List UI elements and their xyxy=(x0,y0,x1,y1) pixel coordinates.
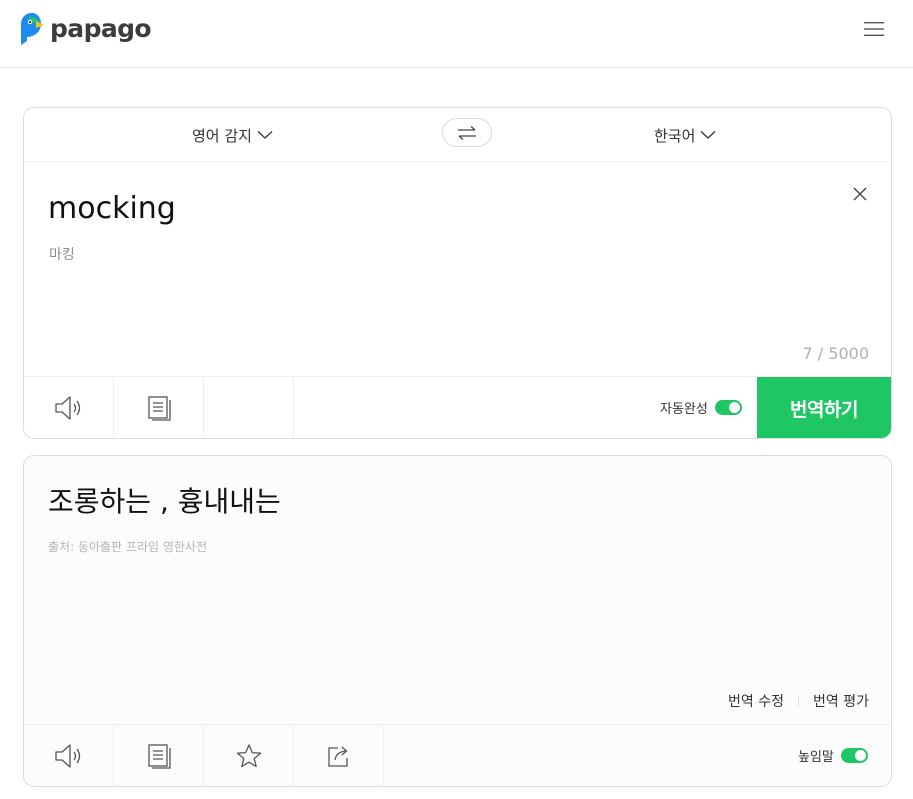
copy-icon xyxy=(147,395,171,421)
source-text-input[interactable]: mocking xyxy=(48,190,176,228)
papago-logo[interactable]: papago xyxy=(19,12,152,46)
source-panel: 영어 감지 한국어 mocking 마킹 7 / 5000 자동완성 번역하기 xyxy=(23,107,892,439)
swap-languages-button[interactable] xyxy=(442,118,492,147)
language-bar: 영어 감지 한국어 xyxy=(24,108,891,162)
speaker-icon xyxy=(54,395,80,420)
swap-arrows-icon xyxy=(458,125,476,140)
speaker-icon xyxy=(54,743,80,768)
translation-result-text: 조롱하는 , 흉내내는 xyxy=(48,485,281,518)
translate-button[interactable]: 번역하기 xyxy=(757,377,891,438)
listen-translation-button[interactable] xyxy=(24,725,114,786)
chevron-down-icon xyxy=(257,131,273,139)
target-panel: 조롱하는 , 흉내내는 출처: 동아출판 프라임 영한사전 번역 수정 번역 평… xyxy=(23,455,892,787)
source-toolbar: 자동완성 번역하기 xyxy=(24,376,891,438)
pronunciation-text: 마킹 xyxy=(49,247,75,263)
copy-translation-button[interactable] xyxy=(114,725,204,786)
papago-parrot-logo-icon xyxy=(21,13,44,45)
copy-source-button[interactable] xyxy=(114,377,204,438)
close-icon[interactable] xyxy=(851,185,869,203)
divider xyxy=(798,695,800,707)
hamburger-menu-icon[interactable] xyxy=(862,20,886,38)
copy-icon xyxy=(147,743,171,769)
honorific-toggle[interactable]: 높임말 xyxy=(798,725,868,786)
autocomplete-switch[interactable] xyxy=(714,400,742,415)
character-count: 7 / 5000 xyxy=(802,344,869,363)
translation-feedback-links: 번역 수정 번역 평가 xyxy=(728,691,869,711)
target-toolbar: 높임말 xyxy=(24,724,891,786)
share-icon xyxy=(327,746,348,767)
autocomplete-toggle[interactable]: 자동완성 xyxy=(660,377,742,438)
rate-translation-link[interactable]: 번역 평가 xyxy=(813,691,869,711)
share-button[interactable] xyxy=(294,725,384,786)
edit-translation-link[interactable]: 번역 수정 xyxy=(728,691,784,711)
empty-tool-slot xyxy=(204,377,294,438)
honorific-switch[interactable] xyxy=(840,748,868,763)
target-language-select[interactable]: 한국어 xyxy=(654,122,716,148)
source-language-label: 영어 감지 xyxy=(192,126,252,145)
listen-source-button[interactable] xyxy=(24,377,114,438)
target-language-label: 한국어 xyxy=(654,126,696,145)
autocomplete-label: 자동완성 xyxy=(660,402,708,417)
honorific-label: 높임말 xyxy=(798,750,834,765)
app-header: papago xyxy=(0,0,913,68)
dictionary-source-note: 출처: 동아출판 프라임 영한사전 xyxy=(48,540,208,554)
favorite-button[interactable] xyxy=(204,725,294,786)
star-icon xyxy=(236,743,261,767)
logo-text: papago xyxy=(50,14,152,43)
source-language-select[interactable]: 영어 감지 xyxy=(192,122,273,148)
chevron-down-icon xyxy=(700,131,716,139)
